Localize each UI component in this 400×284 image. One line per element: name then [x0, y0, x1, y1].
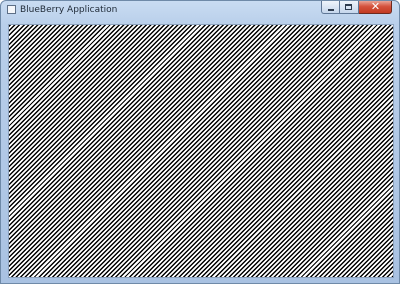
window-title: BlueBerry Application — [20, 5, 118, 15]
maximize-icon — [345, 4, 352, 10]
client-area-striped-canvas[interactable] — [8, 24, 394, 278]
application-window: BlueBerry Application ✕ — [0, 0, 400, 284]
minimize-icon — [328, 9, 334, 11]
application-icon[interactable] — [7, 5, 16, 14]
caption-buttons: ✕ — [321, 1, 392, 14]
title-bar[interactable]: BlueBerry Application ✕ — [1, 1, 399, 20]
maximize-button[interactable] — [340, 1, 359, 14]
close-button[interactable]: ✕ — [359, 1, 392, 14]
minimize-button[interactable] — [321, 1, 340, 14]
close-icon: ✕ — [370, 0, 381, 13]
